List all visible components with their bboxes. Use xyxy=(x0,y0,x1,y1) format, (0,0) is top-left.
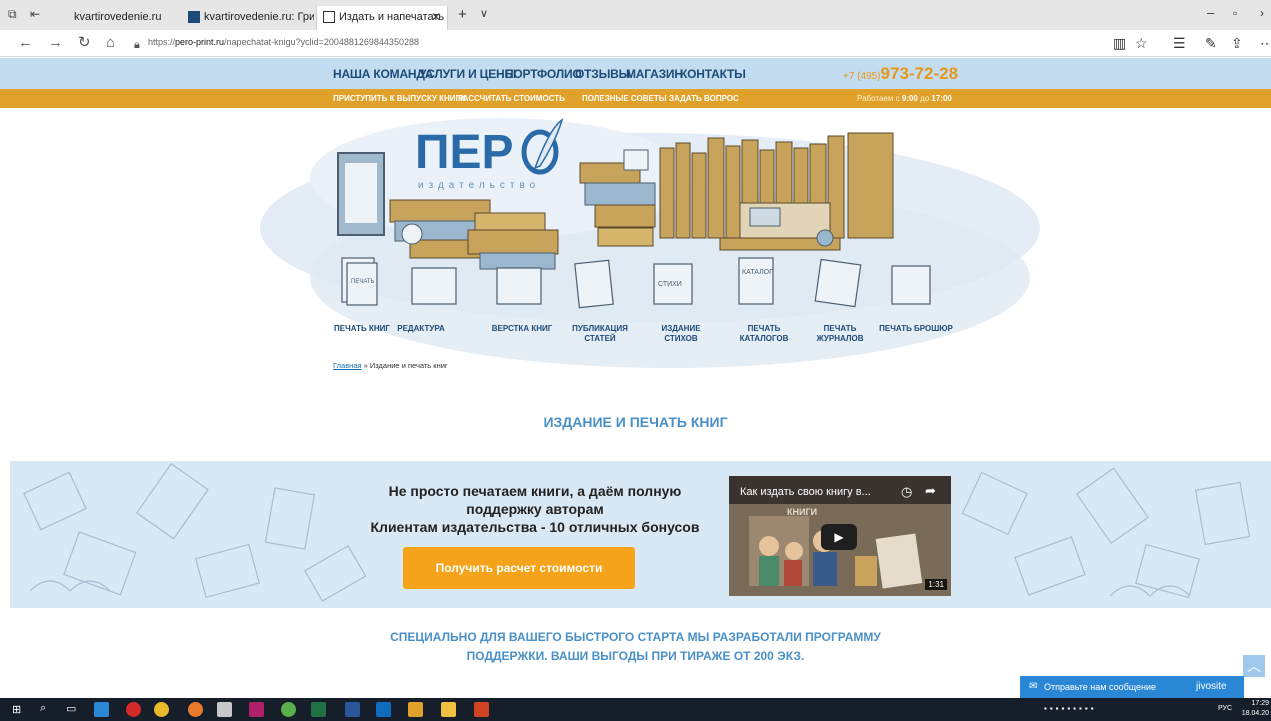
video-embed[interactable]: Как издать свою книгу в... ◷ ➦ КНИГИ ▶ 1… xyxy=(729,476,951,596)
menu-portfolio[interactable]: ПОРТФОЛИО xyxy=(505,67,582,81)
service-brochures[interactable]: ПЕЧАТЬ БРОШЮР xyxy=(871,324,961,334)
breadcrumb-current: Издание и печать книг xyxy=(369,361,448,370)
opera-icon[interactable] xyxy=(126,702,141,717)
more-icon[interactable]: ⋯ xyxy=(1260,35,1271,52)
phone-main: 973-72-28 xyxy=(880,64,959,83)
breadcrumb: Главная » Издание и печать книг xyxy=(333,361,448,370)
banner-line-1: Не просто печатаем книги, а даём полную xyxy=(388,483,682,499)
svg-text:издательство: издательство xyxy=(418,180,540,191)
tab-actions-icon[interactable]: ⧉ xyxy=(8,7,17,22)
chat-brand: jivosite xyxy=(1196,681,1227,692)
url-input[interactable]: https://pero-print.ru/napechatat-knigu?y… xyxy=(148,37,419,47)
excel-icon[interactable] xyxy=(311,702,326,717)
banner-line-3: Клиентам издательства - 10 отличных бону… xyxy=(370,519,700,535)
indesign-icon[interactable] xyxy=(249,702,264,717)
tab-kvartirovedenie-grigori[interactable]: kvartirovedenie.ru: Григори xyxy=(182,6,314,30)
reading-view-icon[interactable]: ▥ xyxy=(1113,35,1126,52)
url-prefix: https:// xyxy=(148,37,176,47)
windows-taskbar: ⊞ ⌕ ▭ ▪▪▪▪▪▪▪▪▪ РУС 17:29 18.04.20 xyxy=(0,698,1271,721)
tab-kvartirovedenie[interactable]: kvartirovedenie.ru xyxy=(52,6,180,30)
svg-text:СТИХИ: СТИХИ xyxy=(658,281,682,288)
menu-tips[interactable]: ПОЛЕЗНЫЕ СОВЕТЫ xyxy=(582,94,667,103)
close-tab-icon[interactable]: ✕ xyxy=(431,6,441,28)
forward-icon[interactable]: → xyxy=(48,34,63,52)
service-poems[interactable]: ИЗДАНИЕ СТИХОВ xyxy=(636,324,726,344)
menu-ask-question[interactable]: ЗАДАТЬ ВОПРОС xyxy=(669,94,739,103)
refresh-icon[interactable]: ↻ xyxy=(78,34,91,52)
task-view-icon[interactable]: ▭ xyxy=(66,702,76,715)
service-articles[interactable]: ПУБЛИКАЦИЯ СТАТЕЙ xyxy=(555,324,645,344)
acrobat-icon[interactable] xyxy=(217,702,232,717)
share-video-icon[interactable]: ➦ xyxy=(925,483,936,499)
input-language[interactable]: РУС xyxy=(1218,705,1232,712)
lock-icon: 🔒︎ xyxy=(134,39,140,51)
tab-label: kvartirovedenie.ru xyxy=(74,11,162,23)
maximize-icon[interactable]: ▫ xyxy=(1233,6,1237,20)
page-favicon-icon xyxy=(188,11,200,23)
menu-shop[interactable]: МАГАЗИН xyxy=(626,67,683,81)
service-editing[interactable]: РЕДАКТУРА xyxy=(376,324,466,334)
play-button-icon[interactable]: ▶ xyxy=(821,524,857,550)
site-top-nav: НАША КОМАНДА УСЛУГИ И ЦЕНЫ ПОРТФОЛИО ОТЗ… xyxy=(0,58,1271,89)
service-layout[interactable]: ВЕРСТКА КНИГ xyxy=(477,324,567,334)
share-icon[interactable]: ⇪ xyxy=(1231,35,1243,52)
mail-icon: ✉ xyxy=(1029,681,1038,692)
page-title: ИЗДАНИЕ И ПЕЧАТЬ КНИГ xyxy=(543,414,728,430)
video-duration: 1:31 xyxy=(925,579,947,590)
system-clock[interactable]: 17:29 18.04.20 xyxy=(1239,699,1269,719)
file-explorer-icon[interactable] xyxy=(441,702,456,717)
support-program-heading: СПЕЦИАЛЬНО ДЛЯ ВАШЕГО БЫСТРОГО СТАРТА МЫ… xyxy=(390,630,881,663)
menu-calc-cost[interactable]: РАССЧИТАТЬ СТОИМОСТЬ xyxy=(458,94,565,103)
tab-preview-chevron-icon[interactable]: ∨ xyxy=(480,7,488,20)
url-domain: pero-print.ru xyxy=(175,37,225,47)
video-title: Как издать свою книгу в... xyxy=(740,486,871,498)
svg-text:КАТАЛОГ: КАТАЛОГ xyxy=(742,269,773,276)
firefox-icon[interactable] xyxy=(188,702,203,717)
tab-label: kvartirovedenie.ru: Григори xyxy=(204,11,314,23)
menu-contacts[interactable]: КОНТАКТЫ xyxy=(680,67,746,81)
home-icon[interactable]: ⌂ xyxy=(106,34,115,52)
logo-text: ПЕР xyxy=(415,126,514,179)
svg-text:ПЕЧАТЬ: ПЕЧАТЬ xyxy=(351,279,375,285)
menu-start-release[interactable]: ПРИСТУПИТЬ К ВЫПУСКУ КНИГИ xyxy=(333,94,466,103)
outlook-icon[interactable] xyxy=(376,702,391,717)
windows-start-icon[interactable]: ⊞ xyxy=(12,703,21,716)
tray-icons[interactable]: ▪▪▪▪▪▪▪▪▪ xyxy=(1044,704,1097,713)
url-path: /napechatat-knigu?yclid=2004881269844350… xyxy=(224,37,419,47)
video-sign-text: КНИГИ xyxy=(787,507,818,517)
edge-icon[interactable] xyxy=(94,702,109,717)
phone-number[interactable]: +7 (495)973-72-28 xyxy=(843,64,958,84)
address-bar: ← → ↻ ⌂ 🔒︎ https://pero-print.ru/napecha… xyxy=(0,30,1271,57)
phone-prefix: +7 (495) xyxy=(843,71,881,82)
pen-icon[interactable]: ✎ xyxy=(1205,35,1217,52)
search-icon[interactable]: ⌕ xyxy=(40,702,46,715)
jivosite-chat-widget[interactable]: ✉ Отправьте нам сообщение jivosite xyxy=(1020,676,1244,698)
minimize-icon[interactable]: – xyxy=(1207,5,1214,20)
chrome-icon[interactable] xyxy=(154,702,169,717)
scroll-to-top-button[interactable]: ︿ xyxy=(1243,655,1265,677)
set-aside-tabs-icon[interactable]: ⇤ xyxy=(30,7,40,21)
back-icon[interactable]: ← xyxy=(18,34,33,52)
favorite-star-icon[interactable]: ☆ xyxy=(1135,35,1148,52)
working-hours: Работаем с 9:00 до 17:00 xyxy=(857,94,952,103)
site-sub-nav: ПРИСТУПИТЬ К ВЫПУСКУ КНИГИ РАССЧИТАТЬ СТ… xyxy=(0,89,1271,108)
new-tab-icon[interactable]: + xyxy=(458,6,467,23)
tab-pero-print[interactable]: Издать и напечатать кı ✕ xyxy=(316,6,448,30)
get-cost-estimate-button[interactable]: Получить расчет стоимости xyxy=(403,547,635,589)
watch-later-icon[interactable]: ◷ xyxy=(901,484,912,500)
word-icon[interactable] xyxy=(345,702,360,717)
page-icon xyxy=(323,11,335,23)
menu-services-prices[interactable]: УСЛУГИ И ЦЕНЫ xyxy=(419,67,516,81)
powerpoint-icon[interactable] xyxy=(474,702,489,717)
chat-label: Отправьте нам сообщение xyxy=(1044,682,1157,692)
banner-text: Не просто печатаем книги, а даём полную … xyxy=(340,482,730,536)
close-window-icon[interactable]: › xyxy=(1260,6,1264,20)
menu-reviews[interactable]: ОТЗЫВЫ xyxy=(575,67,630,81)
app-feather-icon[interactable] xyxy=(408,702,423,717)
favorites-hub-icon[interactable]: ☰ xyxy=(1173,35,1186,52)
breadcrumb-home-link[interactable]: Главная xyxy=(333,361,362,370)
app-green-icon[interactable] xyxy=(281,702,296,717)
banner-line-2: поддержку авторам xyxy=(466,501,604,517)
browser-tab-bar: ⧉ ⇤ kvartirovedenie.ru kvartirovedenie.r… xyxy=(0,0,1271,30)
